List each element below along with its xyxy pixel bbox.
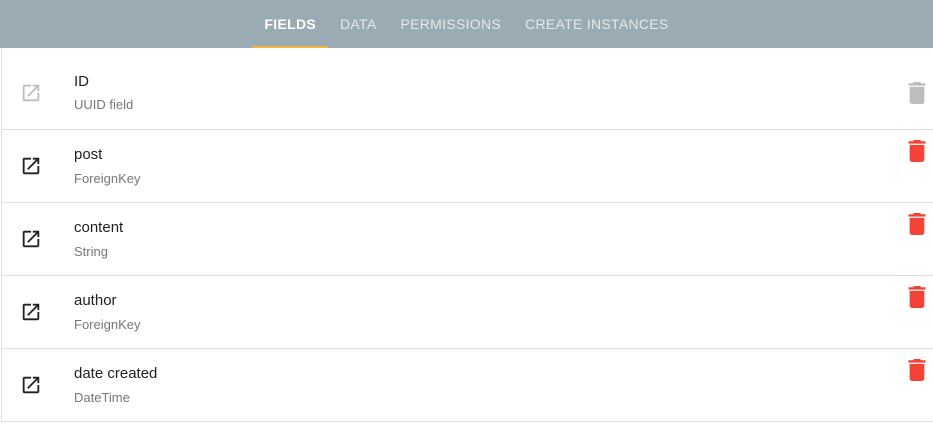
tab-data[interactable]: DATA <box>328 0 388 48</box>
tabs: FIELDS DATA PERMISSIONS CREATE INSTANCES <box>252 0 680 48</box>
field-name: content <box>74 219 124 236</box>
field-row: content String <box>2 203 933 276</box>
field-name: post <box>74 146 103 163</box>
field-row: post ForeignKey <box>2 130 933 203</box>
trash-icon[interactable] <box>908 359 926 381</box>
field-list: ID UUID field post ForeignKey content String a… <box>1 48 933 422</box>
field-type: UUID field <box>74 97 134 112</box>
field-type: ForeignKey <box>74 317 141 332</box>
field-type: String <box>74 244 108 259</box>
field-row: author ForeignKey <box>2 276 933 349</box>
field-type: ForeignKey <box>74 171 141 186</box>
field-row: ID UUID field <box>2 48 933 130</box>
open-in-new-icon[interactable] <box>20 301 42 323</box>
tab-permissions[interactable]: PERMISSIONS <box>388 0 513 48</box>
trash-icon[interactable] <box>908 286 926 308</box>
field-row: date created DateTime <box>2 349 933 422</box>
field-type: DateTime <box>74 390 130 405</box>
trash-icon[interactable] <box>908 213 926 235</box>
trash-icon[interactable] <box>908 140 926 162</box>
trash-icon <box>908 82 926 104</box>
open-in-new-icon[interactable] <box>20 155 42 177</box>
field-name: date created <box>74 365 158 382</box>
open-in-new-icon <box>20 82 42 104</box>
open-in-new-icon[interactable] <box>20 374 42 396</box>
tab-create-instances[interactable]: CREATE INSTANCES <box>513 0 681 48</box>
tab-bar: FIELDS DATA PERMISSIONS CREATE INSTANCES <box>0 0 933 48</box>
field-name: author <box>74 292 117 309</box>
field-name: ID <box>74 73 89 90</box>
tab-fields[interactable]: FIELDS <box>252 0 328 48</box>
open-in-new-icon[interactable] <box>20 228 42 250</box>
